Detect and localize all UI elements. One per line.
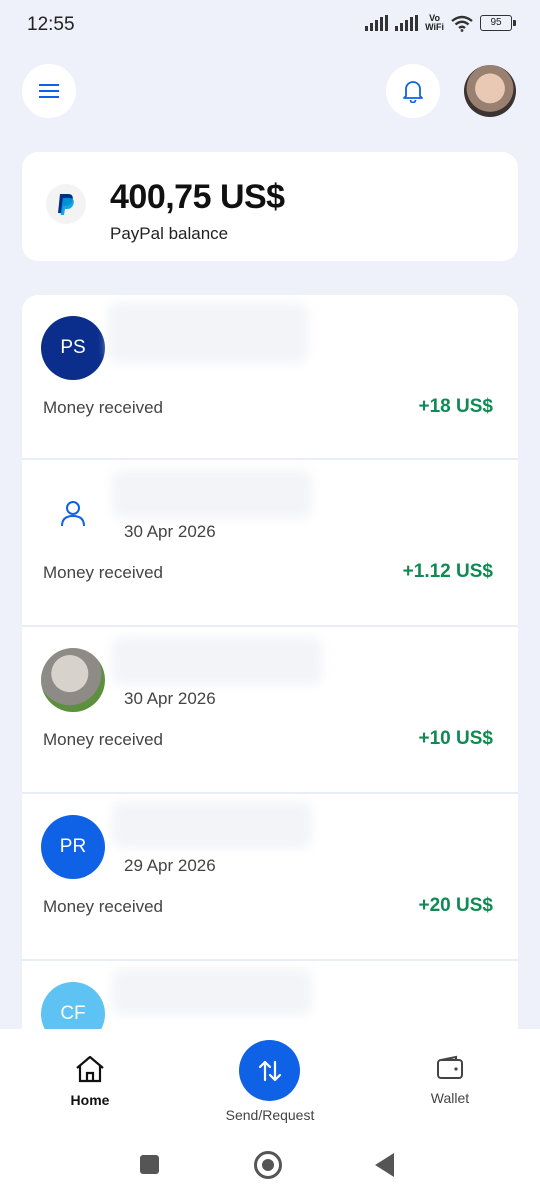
battery-indicator: 95	[480, 15, 516, 31]
bottom-navigation: Home Send/Request Wallet	[0, 1029, 540, 1139]
balance-label: PayPal balance	[110, 224, 229, 243]
contact-avatar: PS	[41, 316, 105, 380]
signal-icon-2	[395, 15, 419, 31]
status-time: 12:55	[27, 14, 75, 35]
transaction-type: Money received	[43, 897, 164, 916]
nav-home[interactable]: Home	[30, 1055, 150, 1108]
recents-button[interactable]	[140, 1155, 159, 1174]
transaction-row[interactable]: PR 29 Apr 2026 Money received +20 US$	[22, 792, 518, 959]
home-icon	[76, 1055, 104, 1083]
contact-avatar	[41, 648, 105, 712]
transaction-type: Money received	[43, 730, 164, 749]
vowifi-indicator: Vo WiFi	[425, 13, 444, 32]
nav-home-label: Home	[70, 1092, 110, 1108]
redacted-name	[112, 969, 312, 1015]
redacted-name	[112, 802, 312, 848]
send-request-button[interactable]	[239, 1040, 300, 1101]
signal-icon	[365, 15, 389, 31]
transaction-row[interactable]: 30 Apr 2026 Money received +1.12 US$	[22, 458, 518, 625]
back-button[interactable]	[375, 1153, 394, 1177]
redacted-name	[112, 637, 322, 685]
paypal-logo-icon	[46, 184, 86, 224]
send-request-label: Send/Request	[225, 1107, 315, 1123]
transaction-amount: +1.12 US$	[402, 561, 493, 582]
bell-icon	[403, 81, 423, 103]
transaction-row[interactable]: PS Money received +18 US$	[22, 295, 518, 460]
balance-amount: 400,75 US$	[110, 178, 285, 216]
redacted-name	[108, 303, 308, 363]
contact-avatar	[41, 481, 105, 545]
notifications-button[interactable]	[386, 64, 440, 118]
nav-wallet-label: Wallet	[430, 1090, 470, 1106]
transaction-amount: +18 US$	[418, 396, 493, 417]
person-icon	[61, 501, 85, 527]
transaction-amount: +10 US$	[418, 728, 493, 749]
transaction-date: 30 Apr 2026	[124, 522, 216, 541]
transaction-date: 30 Apr 2026	[124, 689, 216, 708]
profile-avatar[interactable]	[464, 65, 516, 117]
redacted-name	[112, 470, 312, 518]
wallet-icon	[437, 1055, 463, 1079]
status-bar: 12:55 Vo WiFi 95	[0, 0, 540, 50]
transaction-type: Money received	[43, 563, 164, 582]
transfer-arrows-icon	[258, 1060, 281, 1081]
transaction-list: PS Money received +18 US$ 30 Apr 2026 Mo…	[22, 295, 518, 1055]
system-navigation-bar	[0, 1139, 540, 1199]
system-home-button[interactable]	[254, 1151, 282, 1179]
transaction-row[interactable]: 30 Apr 2026 Money received +10 US$	[22, 625, 518, 792]
status-icons: Vo WiFi 95	[365, 13, 516, 32]
transaction-date: 29 Apr 2026	[124, 856, 216, 875]
transaction-amount: +20 US$	[418, 895, 493, 916]
nav-wallet[interactable]: Wallet	[390, 1055, 510, 1106]
transaction-type: Money received	[43, 398, 164, 417]
hamburger-menu-icon	[39, 84, 59, 98]
contact-avatar: PR	[41, 815, 105, 879]
wifi-icon	[451, 15, 473, 32]
menu-button[interactable]	[22, 64, 76, 118]
balance-card[interactable]: 400,75 US$ PayPal balance	[22, 152, 518, 261]
